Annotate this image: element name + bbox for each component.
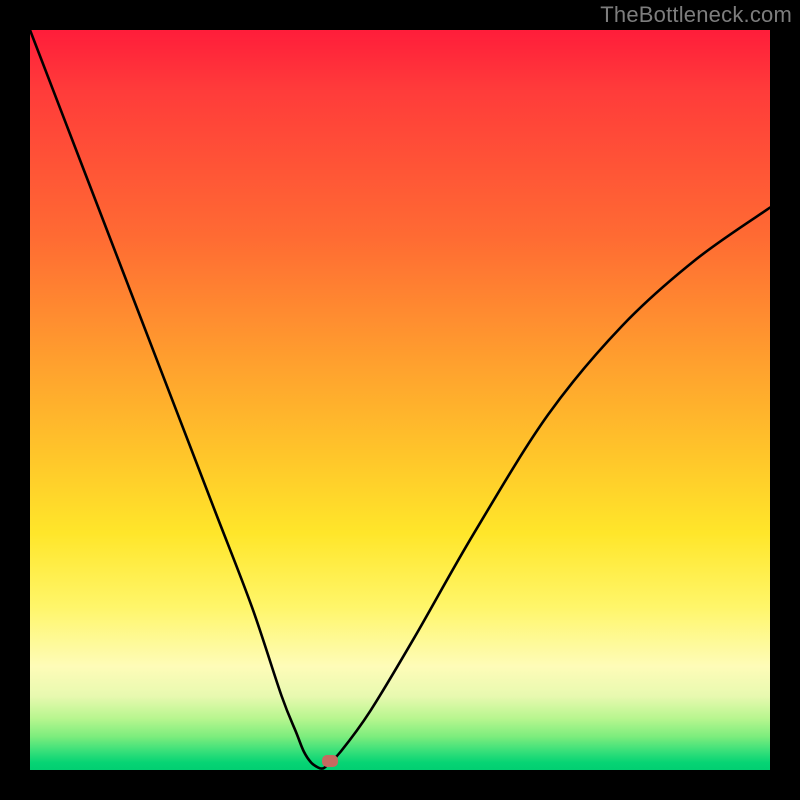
chart-frame: TheBottleneck.com [0,0,800,800]
curve-path [30,30,770,769]
watermark-text: TheBottleneck.com [600,2,792,28]
bottleneck-curve [30,30,770,770]
plot-area [30,30,770,770]
optimal-point-marker [322,755,338,767]
